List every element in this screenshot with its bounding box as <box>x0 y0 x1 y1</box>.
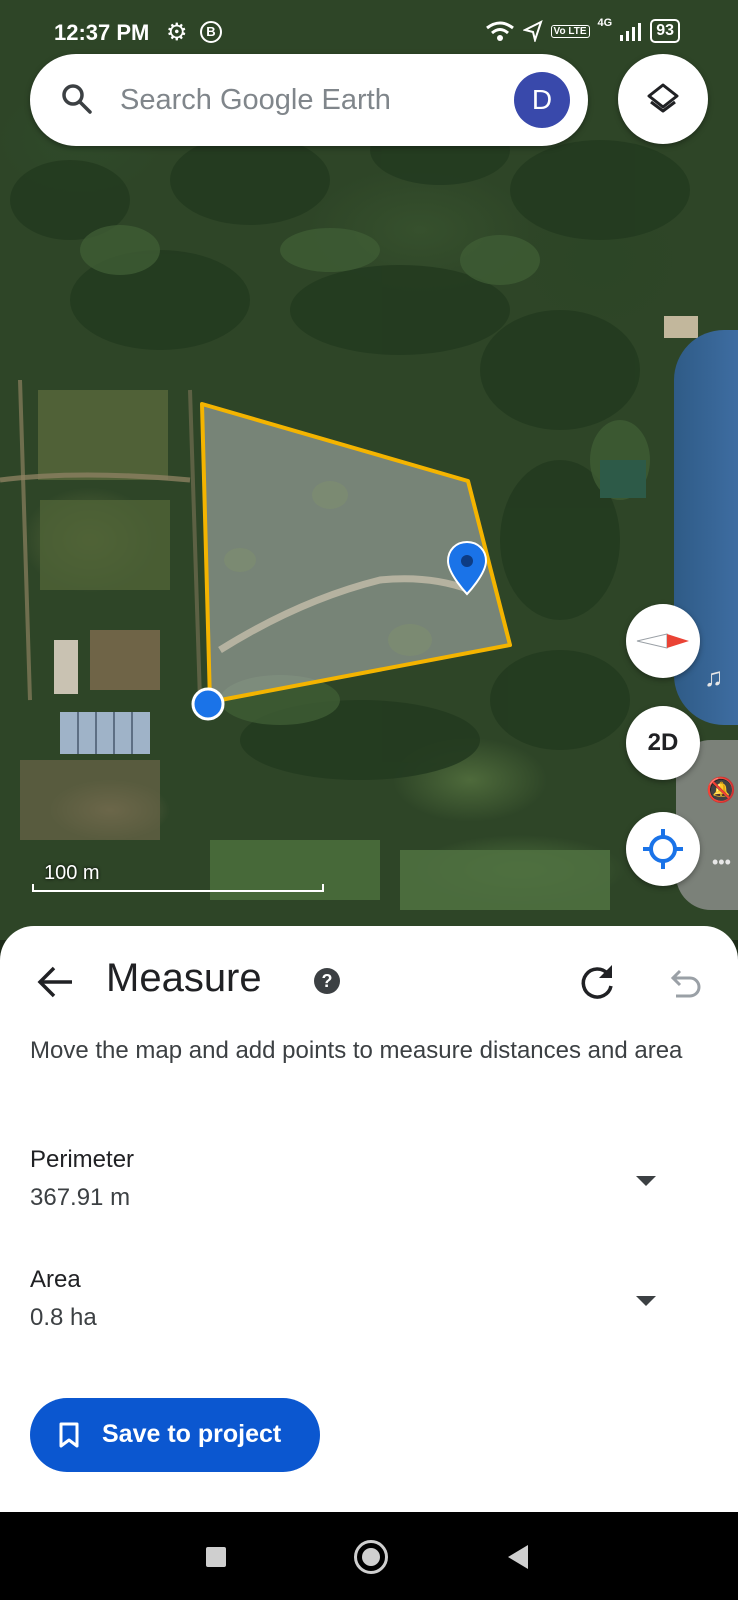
search-icon[interactable] <box>60 82 94 116</box>
system-back-button[interactable] <box>508 1545 528 1569</box>
area-unit-dropdown-icon[interactable] <box>636 1296 656 1306</box>
redo-button[interactable] <box>578 962 618 1002</box>
network-type-label: 4G <box>597 17 613 29</box>
page-title: Measure <box>106 956 262 1000</box>
bookmark-icon <box>59 1422 79 1448</box>
wifi-icon <box>485 21 514 41</box>
area-label: Area <box>30 1266 81 1293</box>
compass-needle-icon <box>636 633 689 649</box>
signal-icon <box>620 23 642 41</box>
perimeter-label: Perimeter <box>30 1146 135 1173</box>
status-time: 12:37 PM <box>54 20 150 45</box>
perimeter-value: 367.91 m <box>30 1184 131 1211</box>
search-input[interactable] <box>120 80 500 120</box>
settings-gear-icon: ⚙ <box>166 19 188 46</box>
recents-button[interactable] <box>206 1547 226 1567</box>
back-arrow-button[interactable] <box>36 962 76 1002</box>
status-bar: 12:37 PM ⚙ B Vo LTE 4G 93 <box>0 0 738 60</box>
save-label: Save to project <box>102 1420 282 1448</box>
more-icon[interactable]: ••• <box>712 852 731 873</box>
layers-button[interactable] <box>618 54 708 144</box>
map-pin-icon[interactable] <box>446 540 488 598</box>
home-button[interactable] <box>354 1540 388 1574</box>
scale-bar: 100 m <box>32 862 324 892</box>
bell-off-icon[interactable]: 🔕 <box>706 776 736 805</box>
avatar[interactable]: D <box>514 72 570 128</box>
battery-icon: 93 <box>650 19 680 43</box>
volte-icon: Vo LTE <box>550 24 590 38</box>
perimeter-unit-dropdown-icon[interactable] <box>636 1176 656 1186</box>
status-icons: Vo LTE 4G 93 <box>485 17 680 45</box>
scale-line <box>32 884 324 892</box>
save-to-project-button[interactable]: Save to project <box>30 1398 320 1472</box>
help-icon[interactable]: ? <box>314 968 340 994</box>
scale-label: 100 m <box>44 862 100 884</box>
compass-button[interactable] <box>626 604 700 678</box>
measure-description: Move the map and add points to measure d… <box>30 1037 683 1064</box>
status-b-icon: B <box>200 21 222 43</box>
undo-button[interactable] <box>666 964 702 1000</box>
measure-start-point[interactable] <box>190 686 226 722</box>
view-2d-button[interactable]: 2D <box>626 706 700 780</box>
system-nav-bar <box>0 1512 738 1600</box>
layers-icon <box>647 83 679 113</box>
music-note-icon[interactable]: ♫ <box>704 662 724 693</box>
location-arrow-icon <box>522 20 543 42</box>
search-bar[interactable]: D <box>30 54 588 146</box>
my-location-button[interactable] <box>626 812 700 886</box>
measure-sheet: Measure ? Move the map and add points to… <box>0 926 738 1512</box>
crosshair-icon <box>643 829 683 869</box>
area-value: 0.8 ha <box>30 1304 97 1331</box>
